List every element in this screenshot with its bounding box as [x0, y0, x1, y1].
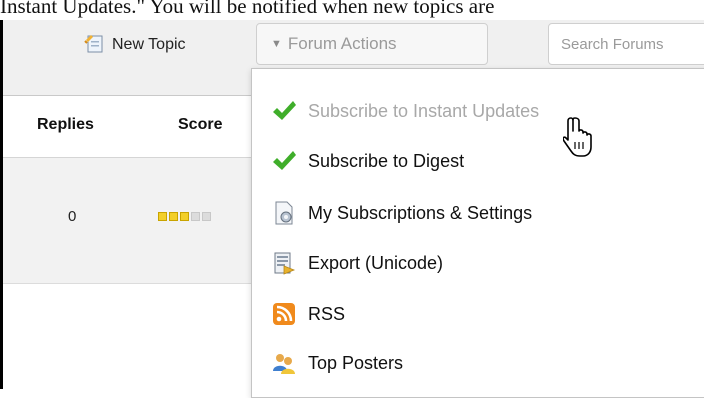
- score-box-filled: [180, 212, 189, 221]
- score-box-filled: [158, 212, 167, 221]
- menu-item-label: Subscribe to Instant Updates: [308, 100, 540, 121]
- settings-page-icon: [270, 199, 298, 227]
- menu-item-label: Export (Unicode): [308, 252, 444, 273]
- column-header-score[interactable]: Score: [178, 116, 222, 134]
- page-caption: Instant Updates." You will be notified w…: [0, 0, 495, 18]
- checkmark-icon: [270, 147, 298, 175]
- new-topic-icon: [83, 32, 105, 59]
- menu-item-rss[interactable]: RSS: [270, 296, 345, 332]
- forum-actions-label: Forum Actions: [287, 34, 397, 53]
- new-topic-label: New Topic: [112, 36, 186, 53]
- menu-item-subscribe-digest[interactable]: Subscribe to Digest: [270, 143, 464, 179]
- score-box-filled: [169, 212, 178, 221]
- search-forums-input[interactable]: [548, 23, 704, 65]
- checkmark-icon: [270, 97, 298, 125]
- score-rating: [158, 212, 211, 221]
- forum-actions-menu: Subscribe to Instant Updates Subscribe t…: [251, 68, 704, 398]
- menu-item-my-subscriptions[interactable]: My Subscriptions & Settings: [270, 195, 532, 231]
- users-icon: [270, 349, 298, 377]
- menu-item-label: Top Posters: [308, 352, 404, 373]
- menu-item-top-posters[interactable]: Top Posters: [270, 345, 403, 381]
- hand-pointer-icon: [562, 116, 593, 165]
- menu-item-label: My Subscriptions & Settings: [308, 202, 533, 223]
- caret-down-icon: ▼: [271, 38, 282, 50]
- column-header-replies[interactable]: Replies: [37, 116, 94, 134]
- replies-count: 0: [68, 208, 77, 225]
- score-box-empty: [202, 212, 211, 221]
- menu-item-subscribe-instant[interactable]: Subscribe to Instant Updates: [270, 93, 539, 129]
- menu-item-label: RSS: [308, 303, 346, 324]
- menu-item-export-unicode[interactable]: Export (Unicode): [270, 245, 443, 281]
- export-icon: [270, 249, 298, 277]
- rss-icon: [270, 300, 298, 328]
- new-topic-button[interactable]: New Topic: [83, 32, 186, 58]
- menu-item-label: Subscribe to Digest: [308, 150, 465, 171]
- forum-actions-dropdown[interactable]: ▼ Forum Actions: [256, 23, 488, 65]
- score-box-empty: [191, 212, 200, 221]
